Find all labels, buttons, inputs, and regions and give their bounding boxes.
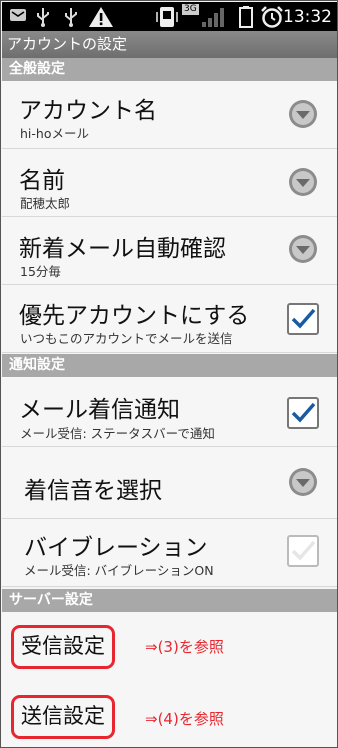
setting-title: メール着信通知 <box>19 397 180 423</box>
alarm-icon <box>261 6 283 28</box>
signal-icon <box>202 8 224 27</box>
usb-icon <box>37 8 49 27</box>
section-header-notification: 通知設定 <box>2 354 337 377</box>
warning-icon <box>89 7 113 27</box>
setting-title: バイブレーション <box>24 535 208 561</box>
incoming-reference-note: ⇒(3)を参照 <box>145 638 224 656</box>
outgoing-settings-button[interactable]: 送信設定 <box>11 695 115 739</box>
setting-value: 15分毎 <box>20 264 61 279</box>
setting-title: 新着メール自動確認 <box>19 236 226 262</box>
vibration-checkbox[interactable] <box>287 535 319 567</box>
setting-value: hi-hoメール <box>20 126 89 141</box>
status-bar: 3G 13:32 <box>2 2 337 31</box>
setting-mail-notify[interactable]: メール着信通知 メール受信: ステータスバーで通知 <box>2 377 337 447</box>
chevron-down-icon <box>289 468 317 496</box>
chevron-down-icon <box>289 168 317 196</box>
setting-value: メール受信: ステータスバーで通知 <box>20 426 215 441</box>
incoming-settings-button[interactable]: 受信設定 <box>11 625 115 669</box>
checkmark-icon <box>291 402 316 423</box>
setting-title: 着信音を選択 <box>24 478 162 504</box>
clock-time: 13:32 <box>283 7 332 27</box>
setting-incoming[interactable]: 受信設定 ⇒(3)を参照 <box>2 612 337 680</box>
checkmark-icon <box>291 308 316 329</box>
chevron-down-icon <box>289 100 317 128</box>
section-header-general: 全般設定 <box>2 58 337 81</box>
setting-value: メール受信: バイブレーションON <box>24 563 214 578</box>
setting-outgoing[interactable]: 送信設定 ⇒(4)を参照 <box>2 680 337 747</box>
mail-notify-checkbox[interactable] <box>287 397 319 429</box>
setting-vibration[interactable]: バイブレーション メール受信: バイブレーションON <box>2 519 337 587</box>
screenshot-frame: 3G 13:32 アカウントの設定 全般設定 アカウント名 hi-hoメール 名… <box>0 0 338 748</box>
setting-title: アカウント名 <box>19 98 157 124</box>
setting-ringtone[interactable]: 着信音を選択 <box>2 447 337 519</box>
outgoing-reference-note: ⇒(4)を参照 <box>145 710 224 728</box>
battery-icon <box>239 6 253 28</box>
checkmark-icon <box>291 540 316 561</box>
page-title: アカウントの設定 <box>2 31 337 58</box>
usb-icon <box>65 8 77 27</box>
setting-title: 名前 <box>19 168 65 194</box>
setting-value: いつもこのアカウントでメールを送信 <box>20 331 233 346</box>
section-header-server: サーバー設定 <box>2 589 337 612</box>
network-type-label: 3G <box>182 4 199 15</box>
setting-title: 優先アカウントにする <box>19 303 250 329</box>
chevron-down-icon <box>289 235 317 263</box>
vibrate-icon <box>156 7 178 27</box>
notification-icon <box>10 9 26 21</box>
setting-auto-check[interactable]: 新着メール自動確認 15分毎 <box>2 217 337 285</box>
setting-value: 配穂太郎 <box>20 196 71 211</box>
setting-default-account[interactable]: 優先アカウントにする いつもこのアカウントでメールを送信 <box>2 285 337 353</box>
setting-account-name[interactable]: アカウント名 hi-hoメール <box>2 81 337 149</box>
default-account-checkbox[interactable] <box>287 303 319 335</box>
setting-name[interactable]: 名前 配穂太郎 <box>2 149 337 217</box>
